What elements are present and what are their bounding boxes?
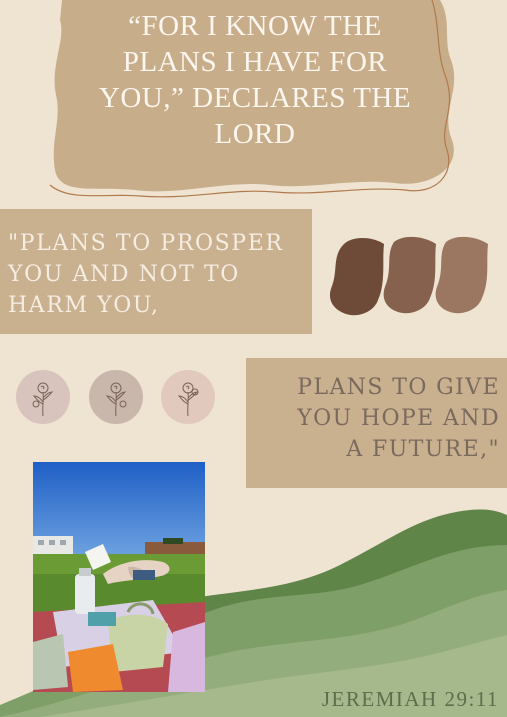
quote-left-line-2: YOU AND NOT TO [8,262,240,287]
rose-icon [105,382,127,417]
rose-circle-3 [161,370,215,424]
rose-circle-2 [89,370,143,424]
quote-right-line-2: YOU HOPE AND [297,406,500,431]
color-swatch-3 [435,236,488,314]
color-swatch-2 [383,236,436,314]
rose-icon [177,382,199,417]
headline-quote: “FOR I KNOW THE PLANS I HAVE FOR YOU,” D… [70,8,440,152]
rose-circle-1 [16,370,70,424]
picnic-photo [33,462,205,692]
quote-left-line-1: "PLANS TO PROSPER [8,231,284,256]
headline-line-4: LORD [214,118,296,150]
quote-right-line-3: A FUTURE," [346,437,500,462]
headline-line-2: PLANS I HAVE FOR [122,46,388,78]
color-swatch-1 [329,238,384,316]
headline-line-1: “FOR I KNOW THE [128,10,382,42]
scripture-reference: JEREMIAH 29:11 [321,687,499,711]
quote-right-text: PLANS TO GIVE YOU HOPE AND A FUTURE," [256,372,500,465]
headline-line-3: YOU,” DECLARES THE [98,82,412,114]
quote-right-line-1: PLANS TO GIVE [297,375,500,400]
picnic-photo-illustration [33,462,205,692]
quote-left-text: "PLANS TO PROSPER YOU AND NOT TO HARM YO… [8,228,308,321]
quote-left-line-3: HARM YOU, [8,293,160,318]
rose-icon [32,382,54,417]
